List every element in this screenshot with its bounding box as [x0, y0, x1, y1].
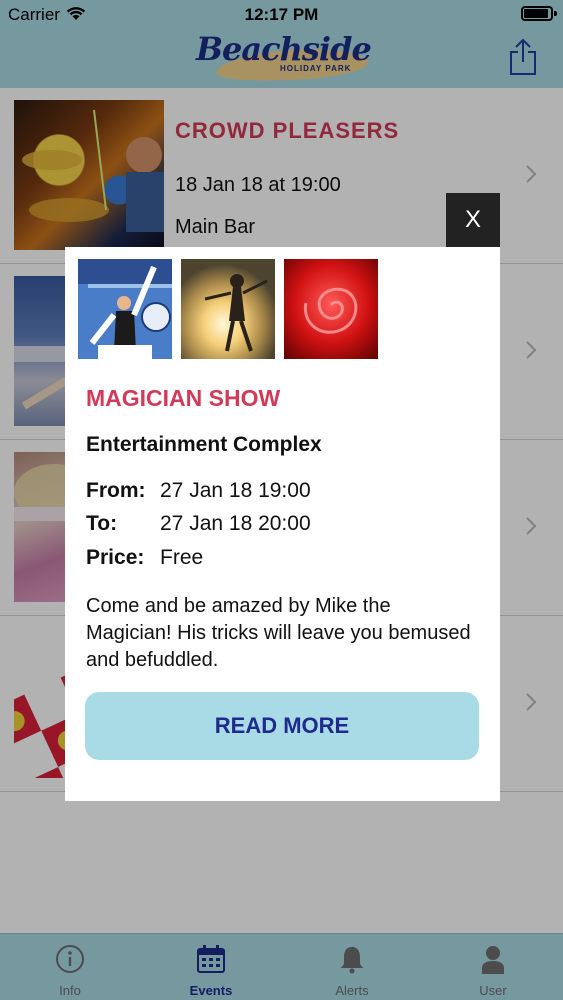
from-value: 27 Jan 18 19:00 [160, 479, 311, 502]
modal-description: Come and be amazed by Mike the Magician!… [86, 595, 471, 671]
modal-venue: Entertainment Complex [86, 433, 322, 456]
close-button[interactable]: X [446, 193, 500, 247]
to-label: To: [86, 512, 118, 535]
price-value: Free [160, 546, 204, 569]
modal-title: MAGICIAN SHOW [86, 385, 281, 411]
modal-image-3 [284, 259, 378, 359]
read-more-button[interactable]: READ MORE [85, 692, 479, 760]
to-value: 27 Jan 18 20:00 [160, 512, 311, 535]
from-label: From: [86, 479, 146, 502]
modal-image-1 [78, 259, 172, 359]
price-label: Price: [86, 546, 145, 569]
modal-image-2 [181, 259, 275, 359]
event-detail-modal: MAGICIAN SHOW Entertainment Complex From… [65, 247, 500, 801]
